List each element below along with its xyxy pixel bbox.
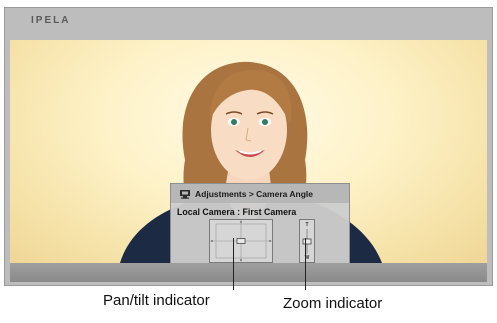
video-screen: Adjustments > Camera Angle Local Camera …: [10, 40, 487, 263]
osd-camera-label: Local Camera : First Camera: [177, 207, 297, 217]
zoom-wide-label: W: [304, 255, 310, 261]
pan-tilt-position-marker: [236, 238, 246, 244]
camera-angle-osd-panel: Adjustments > Camera Angle Local Camera …: [170, 183, 350, 263]
pan-tilt-indicator[interactable]: [209, 219, 273, 263]
zoom-indicator[interactable]: T W: [299, 219, 315, 263]
bottom-status-bar: [10, 263, 487, 282]
pan-tilt-grid: [210, 220, 272, 262]
zoom-callout-line: [305, 238, 306, 290]
pantilt-callout-label: Pan/tilt indicator: [103, 292, 210, 309]
pantilt-callout-line: [233, 238, 234, 290]
brand-logo: IPELA: [31, 15, 71, 26]
camera-icon: [180, 189, 190, 199]
osd-breadcrumb: Adjustments > Camera Angle: [195, 188, 314, 199]
monitor-frame: IPELA Adjustments > Camera Angle Local C…: [4, 7, 493, 286]
osd-title-bar: Adjustments > Camera Angle: [171, 184, 349, 203]
zoom-callout-label: Zoom indicator: [283, 295, 383, 312]
